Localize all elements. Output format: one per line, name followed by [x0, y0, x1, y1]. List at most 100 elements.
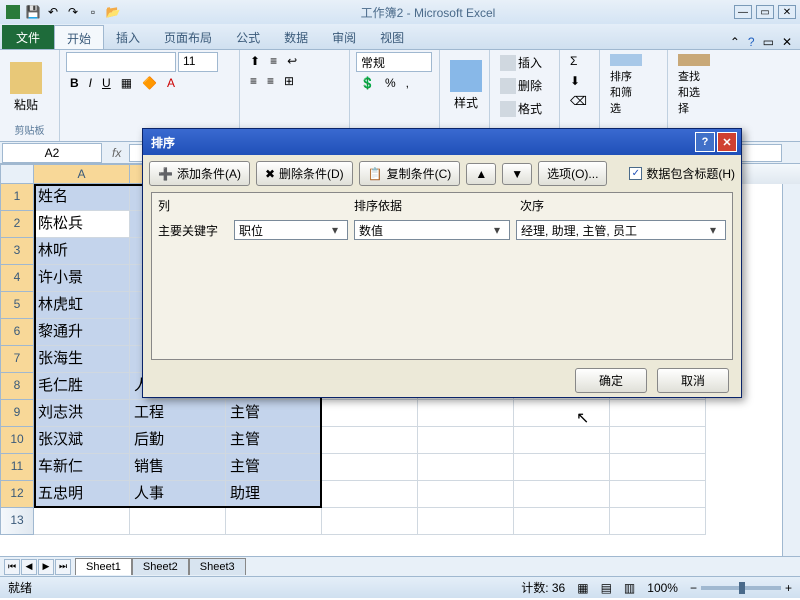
- sort-filter-button[interactable]: 排序和筛选: [606, 52, 646, 118]
- col-header-a[interactable]: A: [34, 164, 130, 184]
- styles-button[interactable]: 样式: [446, 52, 486, 118]
- ok-button[interactable]: 确定: [575, 368, 647, 393]
- cell[interactable]: 主管: [226, 400, 322, 427]
- row-header[interactable]: 7: [0, 346, 34, 373]
- number-format-combo[interactable]: 常规: [356, 52, 432, 72]
- row-header[interactable]: 10: [0, 427, 34, 454]
- dialog-close-button[interactable]: ✕: [717, 132, 737, 152]
- sort-column-select[interactable]: 职位▾: [234, 220, 348, 240]
- autosum-button[interactable]: Σ: [566, 52, 593, 70]
- row-header[interactable]: 3: [0, 238, 34, 265]
- font-color-button[interactable]: A: [163, 74, 179, 92]
- row-header[interactable]: 2: [0, 211, 34, 238]
- cell[interactable]: 销售: [130, 454, 226, 481]
- cell[interactable]: 黎通升: [34, 319, 130, 346]
- cell[interactable]: 林听: [34, 238, 130, 265]
- cell[interactable]: 五忠明: [34, 481, 130, 508]
- delete-cells-button[interactable]: 删除: [496, 75, 553, 96]
- cell[interactable]: 主管: [226, 427, 322, 454]
- move-down-button[interactable]: ▼: [502, 163, 532, 185]
- cell[interactable]: 毛仁胜: [34, 373, 130, 400]
- italic-button[interactable]: I: [85, 74, 96, 92]
- minimize-button[interactable]: —: [734, 5, 752, 19]
- cell[interactable]: 人事: [130, 481, 226, 508]
- align-middle-button[interactable]: ≡: [266, 52, 281, 70]
- align-left-button[interactable]: ≡: [246, 72, 261, 90]
- copy-condition-button[interactable]: 📋复制条件(C): [359, 161, 461, 186]
- zoom-level[interactable]: 100%: [647, 581, 678, 595]
- insert-cells-button[interactable]: 插入: [496, 52, 553, 73]
- find-select-button[interactable]: 查找和选择: [674, 52, 714, 118]
- align-center-button[interactable]: ≡: [263, 72, 278, 90]
- layout-tab[interactable]: 页面布局: [152, 25, 224, 49]
- dialog-titlebar[interactable]: 排序 ? ✕: [143, 129, 741, 155]
- view-tab[interactable]: 视图: [368, 25, 416, 49]
- maximize-button[interactable]: ▭: [756, 5, 774, 19]
- insert-tab[interactable]: 插入: [104, 25, 152, 49]
- zoom-slider[interactable]: [701, 586, 781, 590]
- row-header[interactable]: 13: [0, 508, 34, 535]
- align-top-button[interactable]: ⬆: [246, 52, 264, 70]
- open-icon[interactable]: 📂: [104, 3, 122, 21]
- sheet-tab-3[interactable]: Sheet3: [189, 558, 246, 575]
- cell[interactable]: 车新仁: [34, 454, 130, 481]
- zoom-out-button[interactable]: −: [690, 581, 697, 595]
- help-icon[interactable]: ?: [748, 35, 755, 49]
- name-box[interactable]: A2: [2, 143, 102, 163]
- cell[interactable]: 姓名: [34, 184, 130, 211]
- options-button[interactable]: 选项(O)...: [538, 161, 607, 186]
- formula-tab[interactable]: 公式: [224, 25, 272, 49]
- row-header[interactable]: 11: [0, 454, 34, 481]
- border-button[interactable]: ▦: [117, 74, 136, 92]
- delete-condition-button[interactable]: ✖删除条件(D): [256, 161, 353, 186]
- file-tab[interactable]: 文件: [2, 25, 54, 49]
- redo-icon[interactable]: ↷: [64, 3, 82, 21]
- font-size-combo[interactable]: 11: [178, 52, 218, 72]
- sort-order-select[interactable]: 经理, 助理, 主管, 员工▾: [516, 220, 726, 240]
- font-name-combo[interactable]: [66, 52, 176, 72]
- select-all-corner[interactable]: [0, 164, 34, 184]
- bold-button[interactable]: B: [66, 74, 83, 92]
- cell[interactable]: 张汉斌: [34, 427, 130, 454]
- row-header[interactable]: 12: [0, 481, 34, 508]
- undo-icon[interactable]: ↶: [44, 3, 62, 21]
- add-condition-button[interactable]: ➕添加条件(A): [149, 161, 250, 186]
- cell[interactable]: 陈松兵: [34, 211, 130, 238]
- view-layout-button[interactable]: ▤: [601, 581, 612, 595]
- underline-button[interactable]: U: [98, 74, 115, 92]
- dialog-help-button[interactable]: ?: [695, 132, 715, 152]
- sheet-tab-1[interactable]: Sheet1: [75, 558, 132, 575]
- paste-button[interactable]: 粘贴: [6, 54, 46, 120]
- vertical-scrollbar[interactable]: [782, 184, 800, 556]
- data-tab[interactable]: 数据: [272, 25, 320, 49]
- move-up-button[interactable]: ▲: [466, 163, 496, 185]
- first-sheet-button[interactable]: ⏮: [4, 559, 20, 575]
- comma-button[interactable]: ,: [402, 74, 413, 92]
- clear-button[interactable]: ⌫: [566, 92, 593, 110]
- next-sheet-button[interactable]: ▶: [38, 559, 54, 575]
- last-sheet-button[interactable]: ⏭: [55, 559, 71, 575]
- fill-button[interactable]: ⬇: [566, 72, 593, 90]
- view-pagebreak-button[interactable]: ▥: [624, 581, 635, 595]
- row-header[interactable]: 4: [0, 265, 34, 292]
- fill-color-button[interactable]: 🔶: [138, 74, 161, 92]
- cell[interactable]: 主管: [226, 454, 322, 481]
- row-header[interactable]: 9: [0, 400, 34, 427]
- home-tab[interactable]: 开始: [54, 25, 104, 49]
- review-tab[interactable]: 审阅: [320, 25, 368, 49]
- new-icon[interactable]: ▫: [84, 3, 102, 21]
- close-workbook-icon[interactable]: ✕: [782, 35, 792, 49]
- cell[interactable]: 工程: [130, 400, 226, 427]
- cell[interactable]: 助理: [226, 481, 322, 508]
- minimize-ribbon-icon[interactable]: ⌃: [730, 35, 740, 49]
- sort-by-select[interactable]: 数值▾: [354, 220, 510, 240]
- row-header[interactable]: 1: [0, 184, 34, 211]
- cell[interactable]: 许小景: [34, 265, 130, 292]
- merge-button[interactable]: ⊞: [280, 72, 298, 90]
- header-checkbox[interactable]: ✓ 数据包含标题(H): [629, 165, 735, 182]
- excel-icon[interactable]: [4, 3, 22, 21]
- cell[interactable]: 刘志洪: [34, 400, 130, 427]
- currency-button[interactable]: 💲: [356, 74, 379, 92]
- cell[interactable]: 林虎虹: [34, 292, 130, 319]
- format-cells-button[interactable]: 格式: [496, 98, 553, 119]
